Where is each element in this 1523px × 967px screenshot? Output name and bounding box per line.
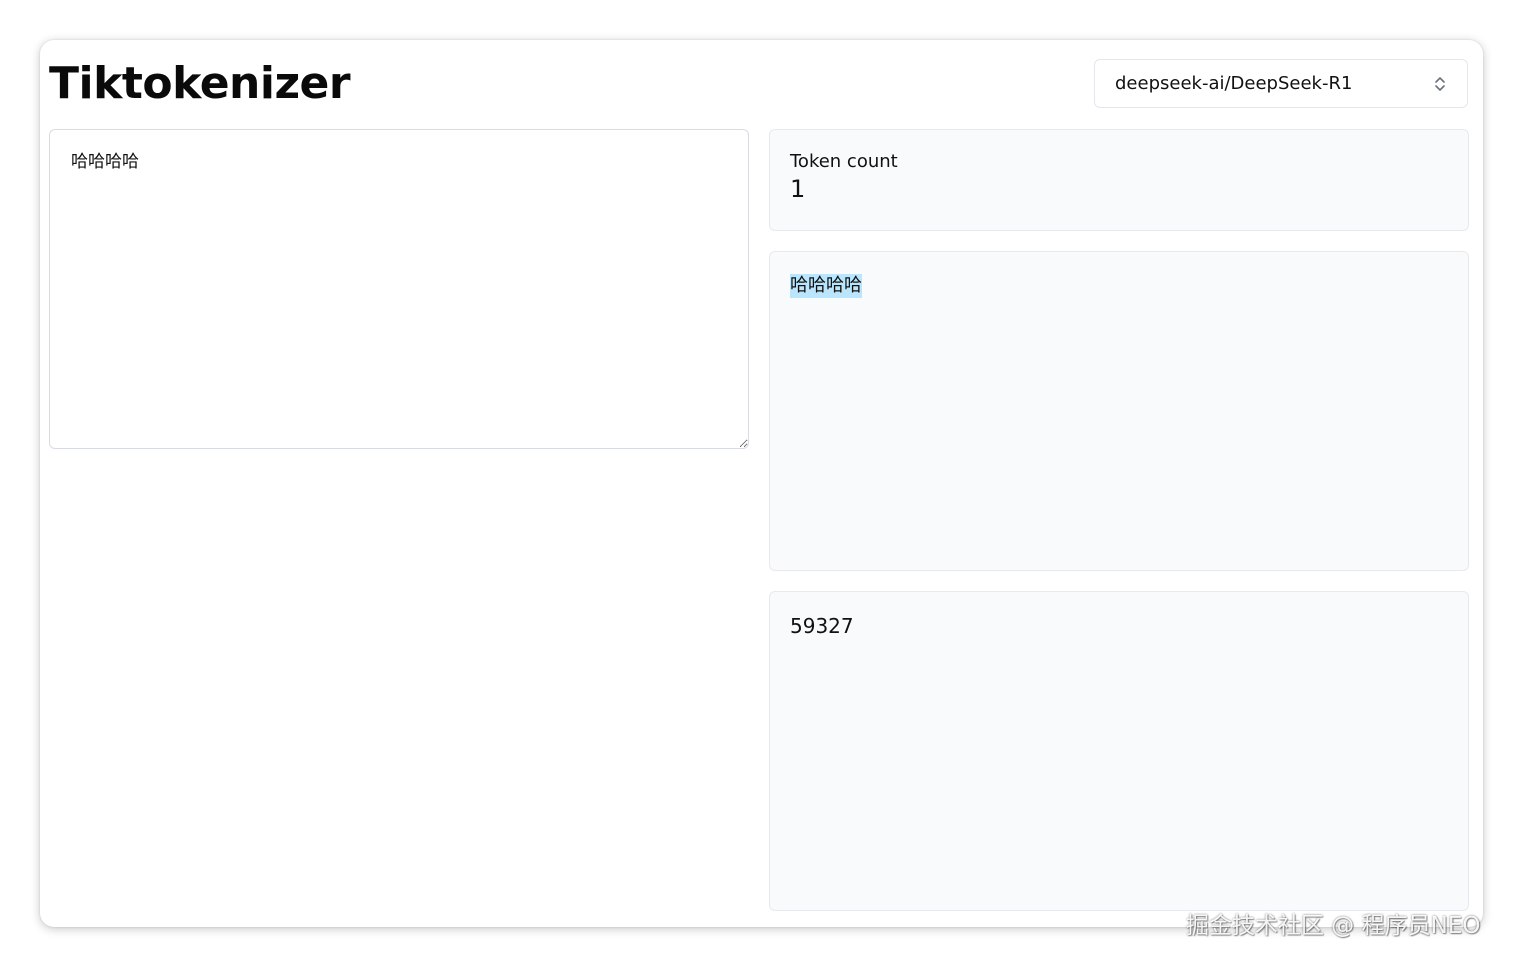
token-id: 59327 [790,614,854,638]
model-select[interactable]: deepseek-ai/DeepSeek-R1 [1094,59,1468,108]
watermark: 掘金技术社区 @ 程序员NEO [1186,913,1481,939]
token-count-label: Token count [790,151,898,172]
app-window: Tiktokenizer deepseek-ai/DeepSeek-R1 Tok… [40,40,1483,927]
token-ids-panel: 59327 [769,591,1469,911]
tokens-panel: 哈哈哈哈 [769,251,1469,571]
prompt-textarea[interactable] [49,129,749,449]
page-title: Tiktokenizer [49,58,351,109]
token-count-panel: Token count 1 [769,129,1469,231]
token-chip: 哈哈哈哈 [790,274,862,298]
chevron-up-down-icon [1433,74,1447,94]
token-count-value: 1 [790,175,806,203]
model-select-value: deepseek-ai/DeepSeek-R1 [1115,73,1353,94]
